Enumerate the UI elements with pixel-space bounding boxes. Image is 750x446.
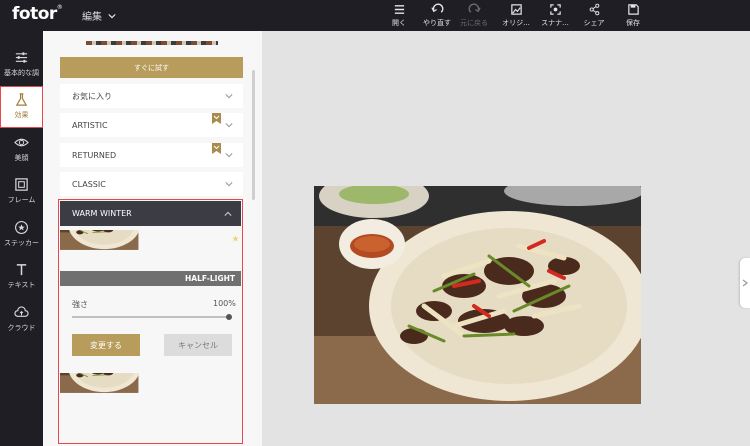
save-icon [627,4,639,15]
cloud-icon [14,306,29,317]
frame-icon [15,178,28,191]
effect-thumbnail[interactable] [60,373,241,429]
star-icon[interactable] [232,235,239,242]
adjust-sliders-icon [15,52,28,63]
panel-scrollbar[interactable] [252,70,255,200]
share-label: シェア [583,19,605,27]
edit-menu-label: 編集 [82,12,102,23]
snapshot-icon [549,4,561,15]
menu-icon [394,5,404,14]
sidebar-item-label: フレーム [7,196,36,204]
strength-label: 強さ [72,300,88,309]
sticker-icon [15,221,28,234]
chevron-right-icon [742,279,748,287]
right-panel-toggle[interactable] [740,258,750,308]
sidebar-item-beauty[interactable]: 美顔 [1,130,42,170]
category-returned[interactable]: RETURNED [60,143,243,167]
fotor-logo[interactable]: fotor® [12,4,63,24]
undo-icon [430,3,443,13]
bookmark-icon [212,143,221,154]
compare-original-button[interactable]: オリジ... [498,3,534,29]
sidebar-item-text[interactable]: テキスト [1,257,42,297]
category-label: RETURNED [72,150,117,160]
category-classic[interactable]: CLASSIC [60,172,243,196]
save-button[interactable]: 保存 [615,3,651,29]
open-label: 開く [392,19,406,27]
sidebar-item-label: 美顔 [14,154,29,162]
chevron-down-icon [225,153,233,158]
chevron-down-icon [108,13,116,18]
sidebar-item-label: 効果 [14,111,29,119]
try-now-button[interactable]: すぐに試す [60,57,243,78]
bookmark-icon [212,113,221,124]
sidebar-item-label: テキスト [7,281,36,289]
chevron-down-icon [225,182,233,187]
open-button[interactable]: 開く [381,3,417,29]
compare-icon [510,4,522,15]
chevron-down-icon [225,94,233,99]
food-photo-image [314,186,641,404]
apply-button[interactable]: 変更する [72,334,140,356]
category-label: お気に入り [72,91,112,101]
strength-value: 100% [213,299,236,308]
chevron-up-icon [224,211,232,216]
chevron-down-icon [225,123,233,128]
category-label: ARTISTIC [72,120,108,130]
top-bar: fotor® 編集 開く やり直す 元に戻る オリジ... スナナ... シェア… [0,0,750,31]
redo-icon [468,3,481,13]
undo-button[interactable]: やり直す [419,3,455,29]
sidebar-item-effects[interactable]: 効果 [0,86,43,128]
share-button[interactable]: シェア [576,3,612,29]
sidebar-item-sticker[interactable]: ステッカー [1,215,42,255]
food-thumbnail-image [60,438,241,443]
undo-label: やり直す [423,19,451,27]
sidebar-item-frame[interactable]: フレーム [1,172,42,212]
category-label: CLASSIC [72,179,106,189]
sidebar-item-basic-adjust[interactable]: 基本的な調 [1,45,42,85]
sidebar-item-label: 基本的な調 [4,69,39,77]
edit-menu[interactable]: 編集 [82,8,116,23]
category-artistic[interactable]: ARTISTIC [60,113,243,137]
food-thumbnail-image [60,373,241,429]
cancel-button[interactable]: キャンセル [164,334,232,356]
flask-icon [15,93,28,106]
redo-label: 元に戻る [460,19,488,27]
category-favorites[interactable]: お気に入り [60,84,243,108]
eye-icon [14,138,29,147]
compare-label: オリジ... [502,19,530,27]
left-sidebar: 基本的な調 効果 美顔 フレーム ステッカー テキスト クラウド [0,31,43,446]
category-label: WARM WINTER [72,209,132,218]
sidebar-item-label: ステッカー [4,239,39,247]
strength-slider[interactable] [72,316,229,318]
strength-slider-handle[interactable] [226,314,232,320]
effect-name-label: HALF-LIGHT [60,271,241,286]
snapshot-label: スナナ... [541,19,569,27]
effect-thumbnail-strip[interactable] [86,41,218,45]
snapshot-button[interactable]: スナナ... [537,3,573,29]
sidebar-item-label: クラウド [7,324,36,332]
category-warm-winter[interactable]: WARM WINTER [60,201,241,226]
sidebar-item-cloud[interactable]: クラウド [1,300,42,340]
save-label: 保存 [626,19,640,27]
text-icon [16,264,27,276]
canvas-photo[interactable] [314,186,641,404]
redo-button[interactable]: 元に戻る [456,3,492,29]
share-icon [589,3,599,16]
effect-thumbnail[interactable] [60,433,241,443]
